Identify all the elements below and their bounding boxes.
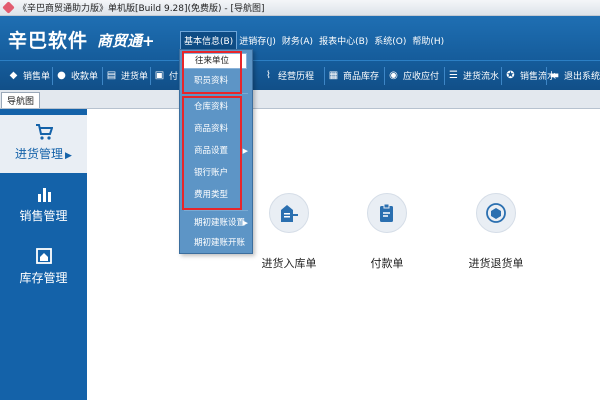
app-icon bbox=[2, 1, 15, 14]
title-bar: 《辛巴商贸通助力版》单机版[Build 9.28](免费版) - [导航图] bbox=[0, 0, 600, 16]
highlight-box bbox=[182, 51, 242, 94]
sidebar-item-label: 销售管理 bbox=[19, 209, 68, 223]
menu-inventory[interactable]: 进销存(J) bbox=[236, 32, 279, 49]
cart-icon bbox=[35, 124, 53, 140]
submenu-arrow-icon: ▶ bbox=[242, 219, 248, 227]
clipboard-icon bbox=[367, 193, 407, 233]
menu-reports[interactable]: 报表中心(B) bbox=[316, 32, 371, 49]
highlight-box bbox=[182, 96, 242, 210]
sidebar-item-sales[interactable]: 销售管理 bbox=[0, 185, 87, 233]
receivables-button[interactable]: ◉ 应收应付 bbox=[388, 69, 439, 82]
document-icon: ▤ bbox=[106, 70, 117, 81]
payment-button[interactable]: ▣ 付 bbox=[154, 69, 178, 82]
purchase-order-button[interactable]: ▤ 进货单 bbox=[106, 69, 148, 82]
chevron-right-icon: ▶ bbox=[65, 151, 72, 161]
inbound-icon bbox=[269, 193, 309, 233]
monitor-icon: ▬ bbox=[549, 70, 560, 81]
coin-stack-icon: ◉ bbox=[389, 70, 398, 81]
purchase-inbound-button[interactable]: 进货入库单 bbox=[244, 193, 334, 271]
menu-divider bbox=[184, 210, 248, 211]
toolbar-divider bbox=[324, 67, 325, 85]
header: 辛巴软件 商贸通+ 基本信息(B) 进销存(J) 财务(A) 报表中心(B) 系… bbox=[0, 16, 600, 60]
menu-item-opening-start[interactable]: 期初建账开账 bbox=[180, 234, 252, 253]
logo-subtitle: 商贸通+ bbox=[97, 32, 155, 50]
bar-chart-icon bbox=[37, 188, 51, 202]
action-label: 进货退货单 bbox=[468, 257, 524, 270]
main-panel: 进货入库单 付款单 进货退货单 bbox=[87, 109, 600, 400]
tab-strip: 导航图 bbox=[0, 90, 600, 109]
sidebar-item-label: 进货管理 bbox=[15, 147, 64, 161]
sidebar: 进货管理 ▶ 销售管理 库存管理 bbox=[0, 109, 87, 400]
action-label: 进货入库单 bbox=[261, 257, 317, 270]
submenu-arrow-icon: ▶ bbox=[242, 147, 248, 155]
tag-icon: ◆ bbox=[9, 70, 18, 81]
toolbar-divider bbox=[150, 67, 151, 85]
purchase-return-button[interactable]: 进货退货单 bbox=[451, 193, 541, 271]
warehouse-icon bbox=[35, 248, 52, 264]
sidebar-item-purchase[interactable]: 进货管理 ▶ bbox=[0, 115, 87, 173]
return-box-icon bbox=[476, 193, 516, 233]
coin-icon: ● bbox=[57, 70, 66, 81]
menu-item-opening-setup[interactable]: 期初建账设置 ▶ bbox=[180, 214, 252, 233]
tab-navigation-map[interactable]: 导航图 bbox=[1, 92, 41, 108]
purchase-flow-button[interactable]: ☰ 进货流水 bbox=[448, 69, 499, 82]
exit-button[interactable]: ▬ 退出系统 bbox=[549, 69, 600, 82]
sales-order-button[interactable]: ◆ 销售单 bbox=[8, 69, 50, 82]
toolbar-divider bbox=[102, 67, 103, 85]
globe-icon: ✪ bbox=[506, 70, 515, 81]
sidebar-item-stock[interactable]: 库存管理 bbox=[0, 247, 87, 295]
list-icon: ☰ bbox=[449, 70, 458, 81]
grid-icon: ▦ bbox=[328, 70, 339, 81]
menu-help[interactable]: 帮助(H) bbox=[409, 32, 447, 49]
business-history-button[interactable]: ⌇ 经营历程 bbox=[263, 69, 314, 82]
basic-info-dropdown: 往来单位 职员资料 仓库资料 商品资料 商品设置 ▶ 银行账户 费用类型 期初建… bbox=[179, 49, 253, 254]
menu-system[interactable]: 系统(O) bbox=[371, 32, 409, 49]
toolbar-divider bbox=[384, 67, 385, 85]
toolbar-divider bbox=[52, 67, 53, 85]
receipt-button[interactable]: ● 收款单 bbox=[56, 69, 98, 82]
sidebar-item-label: 库存管理 bbox=[19, 271, 68, 285]
stock-button[interactable]: ▦ 商品库存 bbox=[328, 69, 379, 82]
menu-finance[interactable]: 财务(A) bbox=[279, 32, 316, 49]
window-title: 《辛巴商贸通助力版》单机版[Build 9.28](免费版) - [导航图] bbox=[18, 4, 265, 14]
toolbar: ◆ 销售单 ● 收款单 ▤ 进货单 ▣ 付 ⌇ 经营历程 ▦ 商品库存 ◉ 应收… bbox=[0, 60, 600, 90]
action-label: 付款单 bbox=[370, 257, 404, 270]
chart-icon: ⌇ bbox=[266, 70, 271, 81]
toolbar-divider bbox=[444, 67, 445, 85]
toolbar-divider bbox=[546, 67, 547, 85]
toolbar-divider bbox=[501, 67, 502, 85]
wallet-icon: ▣ bbox=[154, 70, 165, 81]
payment-voucher-button[interactable]: 付款单 bbox=[342, 193, 432, 271]
logo: 辛巴软件 bbox=[8, 30, 89, 52]
menu-basic-info[interactable]: 基本信息(B) bbox=[179, 31, 238, 50]
menu-bar: 基本信息(B) 进销存(J) 财务(A) 报表中心(B) 系统(O) 帮助(H) bbox=[179, 31, 447, 50]
